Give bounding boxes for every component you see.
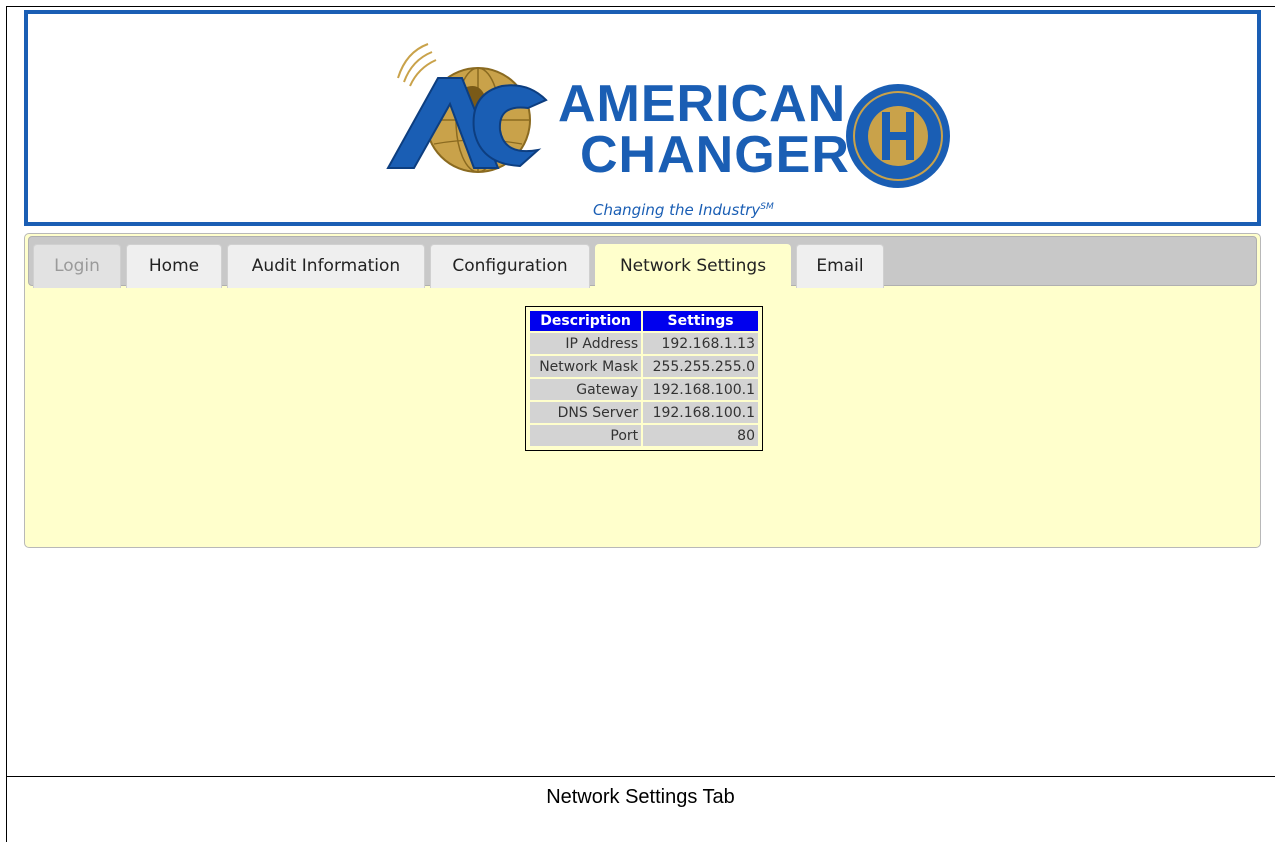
service-mark: SM <box>760 202 774 212</box>
figure-caption: Network Settings Tab <box>546 786 735 808</box>
row-value: 192.168.100.1 <box>643 402 758 423</box>
table-row: Gateway 192.168.100.1 <box>530 379 758 400</box>
table-row: IP Address 192.168.1.13 <box>530 333 758 354</box>
row-value: 255.255.255.0 <box>643 356 758 377</box>
network-settings-table: Description Settings IP Address 192.168.… <box>525 306 763 451</box>
header-banner: AMERICAN CHANGER Changing the IndustrySM <box>24 10 1261 226</box>
tab-audit-information[interactable]: Audit Information <box>227 244 425 288</box>
row-label: DNS Server <box>530 402 642 423</box>
company-logo: AMERICAN CHANGER Changing the IndustrySM <box>358 36 978 226</box>
brand-name-line1: AMERICAN <box>558 75 847 133</box>
tab-email[interactable]: Email <box>796 244 884 288</box>
row-label: Gateway <box>530 379 642 400</box>
tab-network-settings[interactable]: Network Settings <box>595 244 791 290</box>
table-row: DNS Server 192.168.100.1 <box>530 402 758 423</box>
row-label: Port <box>530 425 642 446</box>
tab-panel: Login Home Audit Information Configurati… <box>24 233 1261 548</box>
tagline-text: Changing the Industry <box>593 201 761 219</box>
tab-login[interactable]: Login <box>33 244 121 288</box>
ac-globe-logo-icon <box>386 43 548 173</box>
tab-home[interactable]: Home <box>126 244 222 288</box>
caption-divider <box>6 776 1275 777</box>
table-row: Network Mask 255.255.255.0 <box>530 356 758 377</box>
brand-name-line2: CHANGER <box>580 126 850 184</box>
row-value: 192.168.1.13 <box>643 333 758 354</box>
column-header-description: Description <box>530 311 642 331</box>
column-header-settings: Settings <box>643 311 758 331</box>
row-value: 192.168.100.1 <box>643 379 758 400</box>
table-header-row: Description Settings <box>530 311 758 331</box>
table-row: Port 80 <box>530 425 758 446</box>
row-label: IP Address <box>530 333 642 354</box>
tab-configuration[interactable]: Configuration <box>430 244 590 288</box>
row-value: 80 <box>643 425 758 446</box>
tab-bar: Login Home Audit Information Configurati… <box>28 236 1257 290</box>
hoffman-mint-seal-icon <box>846 84 950 188</box>
tagline: Changing the IndustrySM <box>593 201 774 219</box>
row-label: Network Mask <box>530 356 642 377</box>
